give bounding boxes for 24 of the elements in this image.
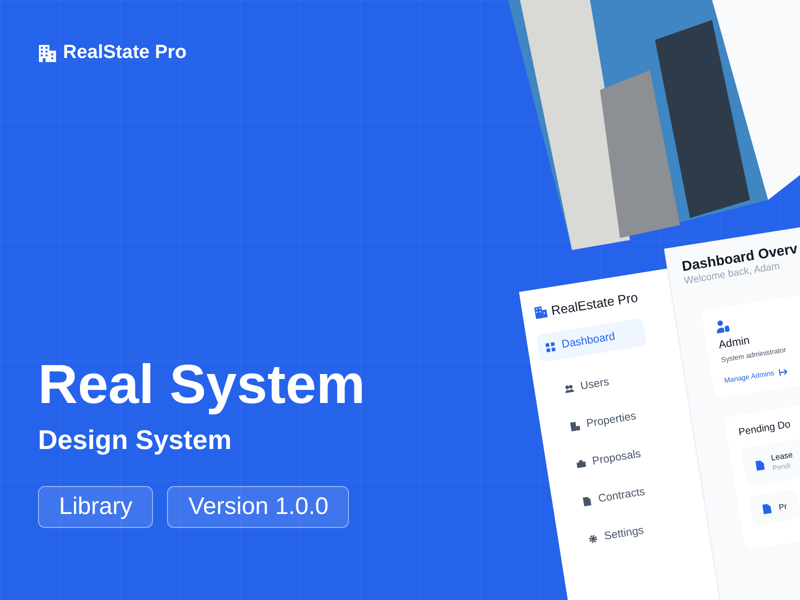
- document-icon: [762, 503, 772, 514]
- document-icon: [582, 496, 592, 506]
- building-icon: [534, 304, 548, 320]
- sidebar-item[interactable]: Dashboard: [536, 318, 647, 363]
- building-icon: [38, 44, 57, 62]
- brand-name: RealState Pro: [63, 42, 187, 64]
- hero-subtitle: Design System: [38, 424, 232, 456]
- grid-icon: [545, 342, 556, 352]
- tag: Version 1.0.0: [167, 486, 350, 528]
- document-title: Pr: [778, 501, 788, 512]
- tag: Library: [38, 486, 154, 528]
- role-title: Admin: [718, 334, 751, 352]
- card-title: Pending Do: [738, 419, 792, 438]
- briefcase-icon: [576, 458, 586, 469]
- user-shield-icon: [714, 318, 730, 334]
- arrow-icon: [778, 368, 788, 376]
- hero-title: Real System: [38, 354, 366, 414]
- document-icon: [755, 459, 765, 470]
- document-item[interactable]: Pr: [748, 489, 800, 526]
- app-name: RealEstate Pro: [550, 290, 639, 318]
- document-title: Lease: [770, 450, 794, 463]
- settings-icon: [588, 533, 598, 544]
- building-icon: [570, 420, 580, 432]
- users-icon: [564, 383, 574, 394]
